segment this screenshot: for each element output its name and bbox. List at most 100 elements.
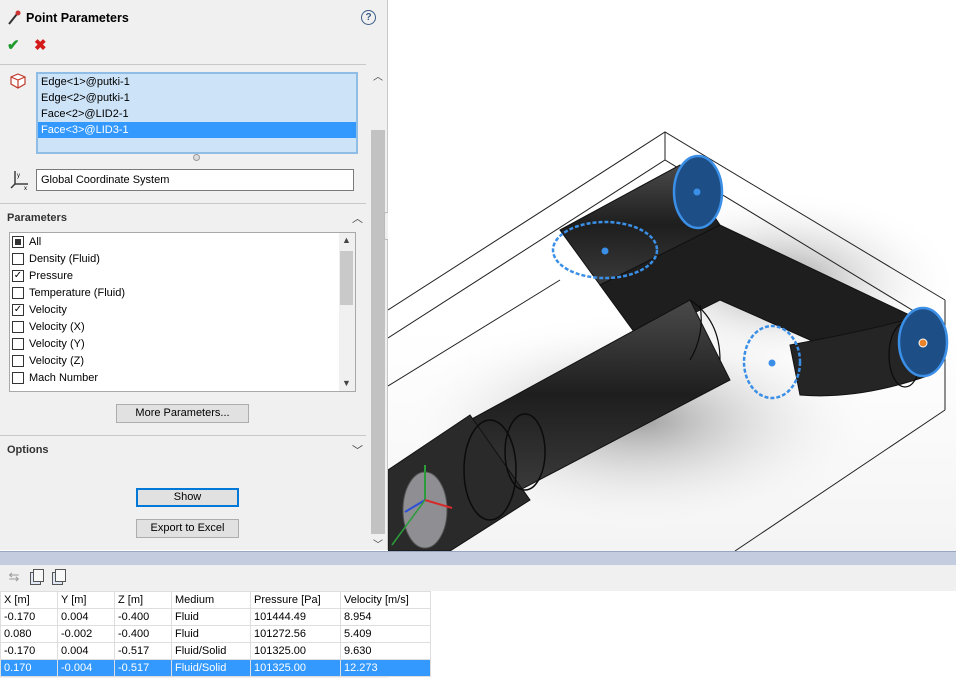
selection-cube-icon <box>10 73 26 89</box>
table-cell: -0.400 <box>114 608 172 626</box>
table-cell: 12.273 <box>340 659 431 677</box>
help-icon[interactable]: ? <box>361 10 376 25</box>
parameter-label: Velocity (Y) <box>29 337 85 350</box>
svg-text:x: x <box>24 186 27 190</box>
parameter-item[interactable]: Velocity (Z) <box>10 352 355 369</box>
table-row[interactable]: -0.170 0.004 -0.517 Fluid/Solid 101325.00 9.6… <box>0 642 431 660</box>
model-view[interactable] <box>388 0 956 551</box>
scroll-thumb[interactable] <box>371 130 385 534</box>
parameter-checkbox[interactable] <box>12 371 24 384</box>
table-cell: 101272.56 <box>250 625 341 643</box>
panel-scrollbar[interactable]: ︿ ﹀ <box>370 64 386 550</box>
parameter-checkbox[interactable] <box>12 337 24 350</box>
parameter-label: Pressure <box>29 269 74 282</box>
selection-item[interactable]: Edge<2>@putki-1 <box>38 90 356 106</box>
parameter-label: Velocity <box>29 303 67 316</box>
panel-header: Point Parameters <box>6 8 129 28</box>
table-cell: -0.517 <box>114 642 172 660</box>
table-cell: -0.517 <box>114 659 172 677</box>
table-cell: Fluid/Solid <box>171 659 251 677</box>
table-header: X [m] Y [m] Z [m] Medium Pressure [Pa] Veloci… <box>0 591 431 609</box>
scroll-thumb[interactable] <box>340 251 353 305</box>
results-title-bar <box>0 551 956 565</box>
parameter-checkbox[interactable] <box>12 235 24 248</box>
parameters-section-title: Parameters <box>7 212 67 224</box>
refresh-icon[interactable]: ⇆ <box>5 568 23 586</box>
results-table-background <box>389 591 956 678</box>
column-header[interactable]: Y [m] <box>57 591 115 609</box>
expand-options-icon[interactable]: ﹀ <box>352 442 363 458</box>
table-cell: 101325.00 <box>250 659 341 677</box>
export-to-excel-button[interactable]: Export to Excel <box>136 519 239 538</box>
graphics-viewport[interactable] <box>388 0 956 551</box>
cancel-button[interactable]: ✖ <box>34 36 47 54</box>
table-cell: 8.954 <box>340 608 431 626</box>
more-parameters-button[interactable]: More Parameters... <box>116 404 249 423</box>
parameter-item[interactable]: ✓ Pressure <box>10 267 355 284</box>
table-cell: 0.170 <box>0 659 58 677</box>
selection-list[interactable]: Edge<1>@putki-1 Edge<2>@putki-1 Face<2>@LI… <box>36 72 358 154</box>
table-cell: -0.170 <box>0 608 58 626</box>
parameter-item[interactable]: Velocity (X) <box>10 318 355 335</box>
selection-item[interactable]: Face<2>@LID2-1 <box>38 106 356 122</box>
parameter-label: Density (Fluid) <box>29 252 100 265</box>
table-cell: 5.409 <box>340 625 431 643</box>
parameter-label: Mach Number <box>29 371 99 384</box>
list-resize-handle[interactable] <box>193 154 200 161</box>
svg-text:y: y <box>17 173 20 179</box>
parameter-checkbox[interactable]: ✓ <box>12 269 24 282</box>
coordinate-system-icon: y x <box>10 171 28 190</box>
parameter-checkbox[interactable]: ✓ <box>12 303 24 316</box>
column-header[interactable]: Pressure [Pa] <box>250 591 341 609</box>
selection-item[interactable]: Edge<1>@putki-1 <box>38 74 356 90</box>
table-cell: Fluid/Solid <box>171 642 251 660</box>
table-row[interactable]: 0.170 -0.004 -0.517 Fluid/Solid 101325.00 12.… <box>0 659 431 677</box>
column-header[interactable]: X [m] <box>0 591 58 609</box>
parameter-item[interactable]: All <box>10 233 355 250</box>
scroll-down-icon[interactable]: ▼ <box>342 378 351 388</box>
scroll-up-icon[interactable]: ︿ <box>373 68 383 83</box>
divider <box>0 435 366 436</box>
ok-button[interactable]: ✔ <box>7 36 20 54</box>
options-section-title: Options <box>7 444 49 456</box>
parameter-checkbox[interactable] <box>12 286 24 299</box>
point-parameters-icon <box>8 10 21 25</box>
copy-all-icon[interactable] <box>49 568 67 586</box>
table-cell: 0.004 <box>57 642 115 660</box>
scroll-up-icon[interactable]: ▲ <box>342 235 351 245</box>
selection-item[interactable]: Face<3>@LID3-1 <box>38 122 356 138</box>
parameter-label: All <box>29 235 42 248</box>
parameter-item[interactable]: Velocity (Y) <box>10 335 355 352</box>
results-pane: ⇆ X [m] Y [m] Z [m] Medium Pressure [Pa] Velo… <box>0 551 956 678</box>
property-manager-panel: Point Parameters ? ✔ ✖ Edge<1>@putki-1 Ed… <box>0 0 388 550</box>
table-row[interactable]: -0.170 0.004 -0.400 Fluid 101444.49 8.954 <box>0 608 431 626</box>
column-header[interactable]: Velocity [m/s] <box>340 591 431 609</box>
panel-title: Point Parameters <box>26 11 129 25</box>
table-cell: 101325.00 <box>250 642 341 660</box>
parameter-label: Velocity (X) <box>29 320 85 333</box>
results-table: X [m] Y [m] Z [m] Medium Pressure [Pa] Veloci… <box>0 591 431 677</box>
table-row[interactable]: 0.080 -0.002 -0.400 Fluid 101272.56 5.409 <box>0 625 431 643</box>
parameter-item[interactable]: Density (Fluid) <box>10 250 355 267</box>
table-cell: Fluid <box>171 608 251 626</box>
table-cell: -0.002 <box>57 625 115 643</box>
divider <box>0 64 366 65</box>
column-header[interactable]: Medium <box>171 591 251 609</box>
coordinate-system-field[interactable]: Global Coordinate System <box>36 169 354 191</box>
parameter-label: Temperature (Fluid) <box>29 286 125 299</box>
parameter-checkbox[interactable] <box>12 354 24 367</box>
parameter-item[interactable]: Mach Number <box>10 369 355 386</box>
show-button[interactable]: Show <box>136 488 239 507</box>
parameter-checkbox[interactable] <box>12 252 24 265</box>
table-cell: Fluid <box>171 625 251 643</box>
table-cell: -0.400 <box>114 625 172 643</box>
table-cell: -0.004 <box>57 659 115 677</box>
column-header[interactable]: Z [m] <box>114 591 172 609</box>
parameter-item[interactable]: ✓ Velocity <box>10 301 355 318</box>
collapse-parameters-icon[interactable]: ︿ <box>352 210 363 226</box>
copy-icon[interactable] <box>27 568 45 586</box>
parameter-item[interactable]: Temperature (Fluid) <box>10 284 355 301</box>
scroll-down-icon[interactable]: ﹀ <box>373 536 383 550</box>
parameter-checkbox[interactable] <box>12 320 24 333</box>
parameters-scrollbar[interactable]: ▲ ▼ <box>339 233 355 391</box>
